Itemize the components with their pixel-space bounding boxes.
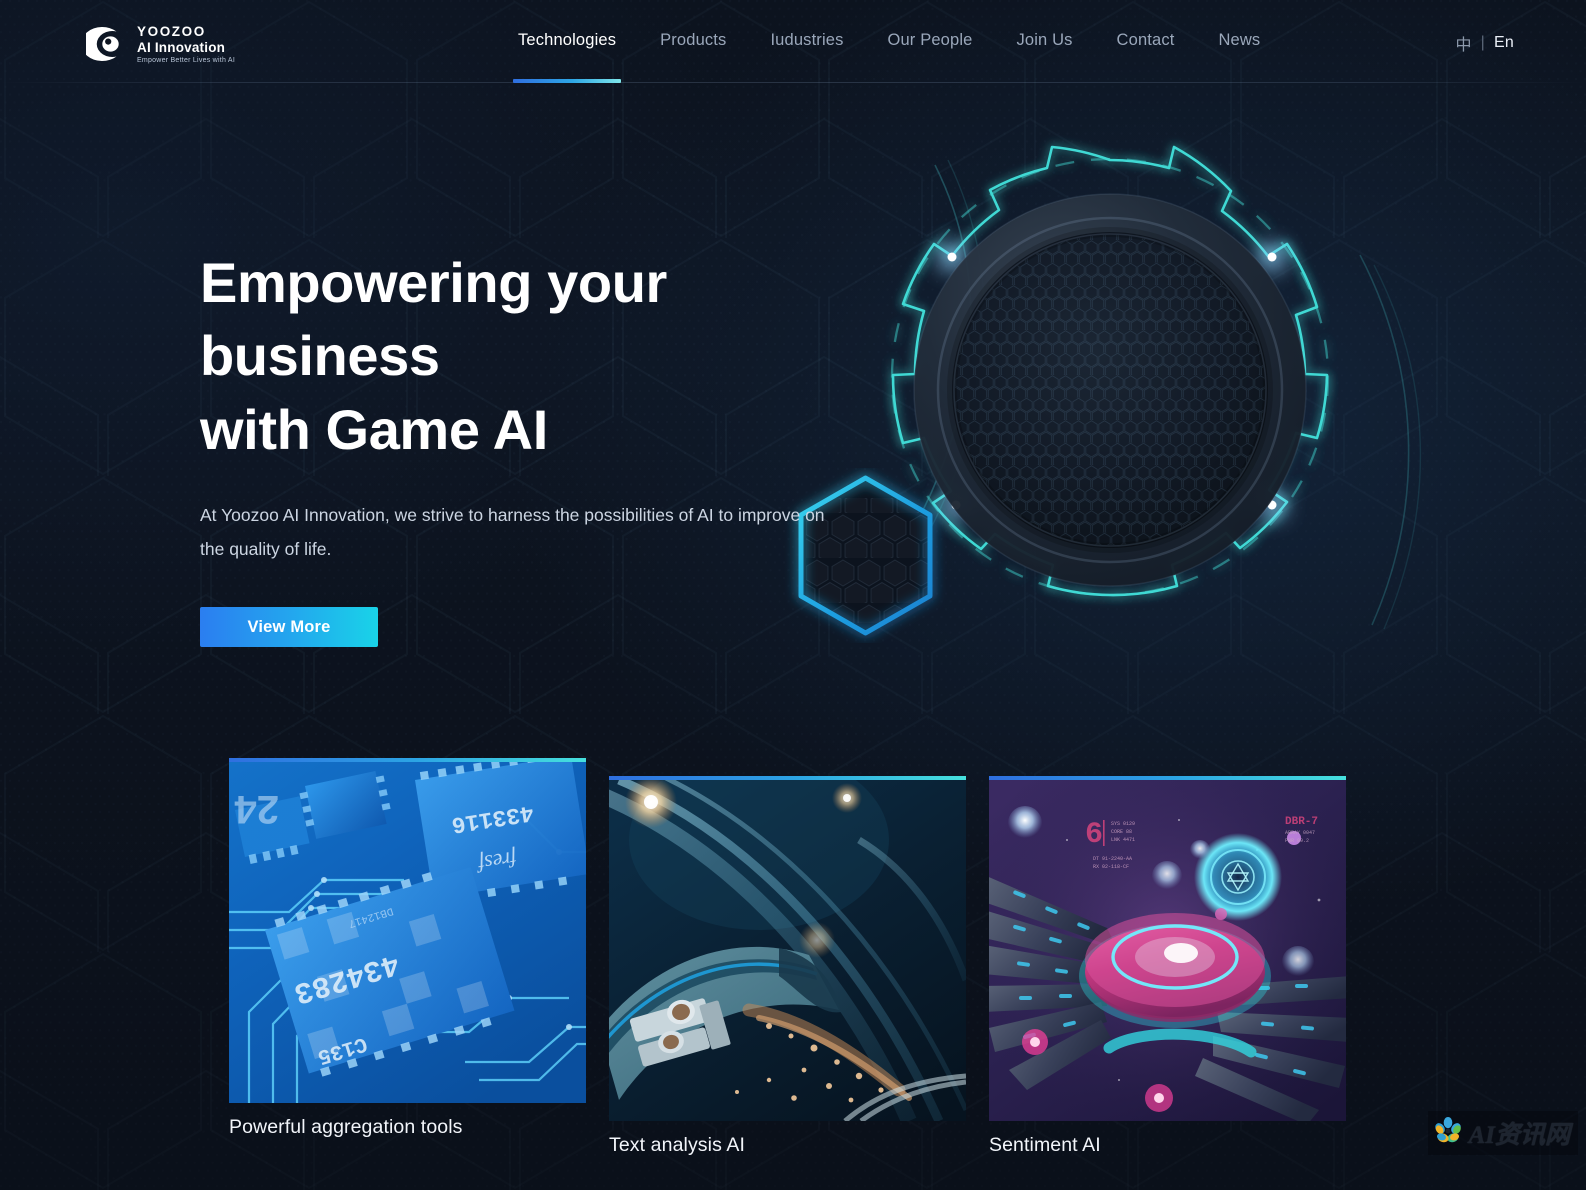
nav-item-our-people[interactable]: Our People (866, 0, 995, 83)
nav-item-technologies[interactable]: Technologies (496, 0, 638, 83)
page-root: YOOZOO AI Innovation Empower Better Live… (0, 0, 1586, 1190)
card-accent-bar (989, 776, 1346, 780)
card-title-sentiment-ai: Sentiment AI (989, 1134, 1101, 1156)
site-header: YOOZOO AI Innovation Empower Better Live… (0, 0, 1586, 83)
flower-pinwheel-icon (1433, 1116, 1463, 1151)
eye-logo-icon (81, 26, 128, 62)
language-switcher: 中 | En (1455, 31, 1514, 55)
brand-logo-text: YOOZOO AI Innovation Empower Better Live… (137, 24, 235, 64)
svg-text:ARRAY 0047: ARRAY 0047 (1285, 830, 1315, 836)
card-title-aggregation-tools: Powerful aggregation tools (229, 1116, 463, 1138)
svg-text:CORE 88: CORE 88 (1111, 829, 1132, 835)
brand-logo[interactable]: YOOZOO AI Innovation Empower Better Live… (81, 24, 235, 64)
brand-name-line2: AI Innovation (137, 39, 226, 55)
watermark: AI资讯网 (1427, 1111, 1578, 1155)
watermark-text: AI资讯网 (1468, 1122, 1570, 1149)
nav-item-products[interactable]: Products (638, 0, 748, 83)
card-image-metallic-abstract (609, 780, 966, 1121)
lang-option-zh[interactable]: 中 (1455, 31, 1471, 55)
svg-text:RX 02-118-CF: RX 02-118-CF (1093, 864, 1129, 870)
lang-option-en[interactable]: En (1494, 34, 1514, 52)
brand-tagline: Empower Better Lives with AI (137, 57, 236, 64)
svg-text:6: 6 (1085, 818, 1103, 852)
feature-card-sentiment-ai[interactable]: 6 SYS 0129 CORE 88 LNK 4471 DT 91-2240-AA… (989, 776, 1346, 1156)
svg-text:SYS 0129: SYS 0129 (1111, 821, 1135, 827)
brand-name-line1: YOOZOO (137, 24, 206, 39)
feature-card-list: 433116 fresf 24 434283 DB12417 C135 Powe… (0, 0, 1586, 1190)
svg-text:DT 91-2240-AA: DT 91-2240-AA (1093, 856, 1132, 862)
svg-text:LNK 4471: LNK 4471 (1111, 837, 1135, 843)
card-image-scifi-spacecraft: 6 SYS 0129 CORE 88 LNK 4471 DT 91-2240-AA… (989, 780, 1346, 1121)
card-image-circuit-board: 433116 fresf 24 434283 DB12417 C135 (229, 762, 586, 1103)
lang-separator: | (1480, 34, 1486, 51)
card-accent-bar (229, 758, 586, 762)
svg-text:DBR-7: DBR-7 (1285, 816, 1318, 828)
main-navigation: Technologies Products Iudustries Our Peo… (496, 0, 1282, 83)
nav-item-contact[interactable]: Contact (1095, 0, 1197, 83)
card-title-text-analysis: Text analysis AI (609, 1134, 745, 1156)
nav-item-news[interactable]: News (1196, 0, 1282, 83)
feature-card-text-analysis[interactable]: Text analysis AI (609, 776, 966, 1156)
nav-item-join-us[interactable]: Join Us (994, 0, 1094, 83)
nav-item-industries[interactable]: Iudustries (748, 0, 865, 83)
card-accent-bar (609, 776, 966, 780)
feature-card-aggregation-tools[interactable]: 433116 fresf 24 434283 DB12417 C135 Powe… (229, 758, 586, 1138)
svg-text:PWR 99.2: PWR 99.2 (1285, 838, 1309, 844)
